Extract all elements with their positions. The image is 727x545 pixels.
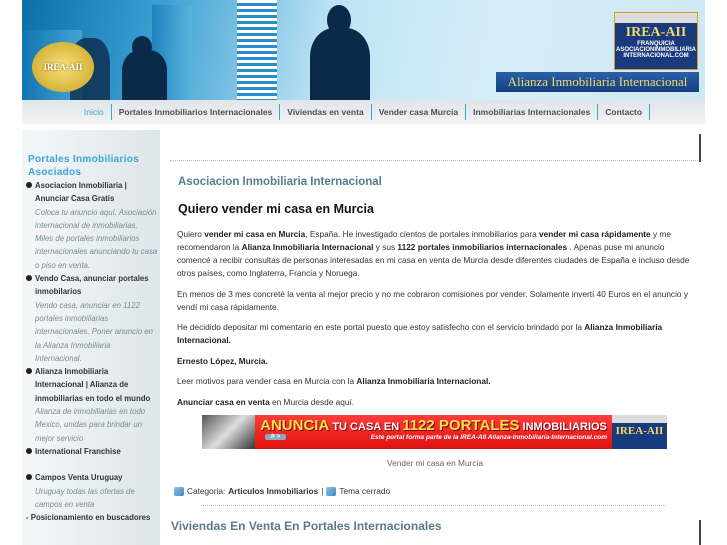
- comments-status: Tema cerrado: [339, 486, 391, 496]
- banner-tagline: Este portal forma parte de la IREA-AII A…: [370, 434, 607, 441]
- list-item: Asociacion Inmobiliaria | Anunciar Casa …: [26, 179, 158, 272]
- main-content: Asociacion Inmobiliaria Internacional Qu…: [165, 130, 705, 545]
- guarantee-badge-logo: IREA-AII: [32, 42, 94, 92]
- logo-title: IREA-AII: [625, 25, 687, 40]
- list-item: Campos Venta Uruguay Uruguay todas las of…: [26, 471, 158, 511]
- list-item: - Posicionamiento en buscadores: [26, 511, 158, 524]
- post-title[interactable]: Quiero vender mi casa en Murcia: [178, 202, 374, 216]
- post-body: Quiero vender mi casa en Murcia, España.…: [177, 228, 697, 416]
- paragraph: Anunciar casa en venta en Murcia desde a…: [177, 396, 355, 407]
- signature: Ernesto López, Murcia.: [177, 355, 268, 366]
- house-image: [202, 415, 255, 449]
- list-item: Alianza Inmobiliaria Internacional | Ali…: [26, 365, 158, 445]
- banner-logo: IREA-AII: [612, 415, 667, 449]
- next-section-title[interactable]: Viviendas En Venta En Portales Internaci…: [171, 519, 442, 533]
- banner-headline: ANUNCIA TU CASA EN 1122 PORTALES INMOBIL…: [260, 417, 607, 434]
- header-banner: IREA-AII IREA-AII FRANQUICIA ASOCIACIONINM…: [22, 0, 705, 100]
- sidebar-link[interactable]: Vendo Casa, anunciar portales inmobilari…: [35, 274, 149, 296]
- logo-domain: ASOCIACIONINMOBILIARIA INTERNACIONAL.COM: [616, 47, 696, 59]
- bullet-icon: [26, 368, 32, 375]
- divider: [201, 505, 666, 506]
- paragraph: En menos de 3 mes concreté la venta al m…: [177, 288, 688, 312]
- sidebar-link[interactable]: - Posicionamiento en buscadores: [26, 513, 150, 522]
- link-description: Coloca tu anuncio aquí. Asociación inter…: [35, 207, 158, 270]
- link-description: Vendo casa, anunciar en 1122 portales in…: [35, 300, 153, 363]
- sidebar-links: Asociacion Inmobiliaria | Anunciar Casa …: [26, 179, 158, 524]
- post-meta: Categoria: Articulos Inmobiliarios | Tem…: [174, 486, 390, 496]
- comments-icon: [326, 486, 337, 496]
- paragraph: Leer motivos para vender casa en Murcia …: [177, 376, 491, 386]
- bullet-icon: [26, 182, 32, 188]
- sidebar: Portales Inmobiliarios Asociados Asociac…: [22, 130, 160, 545]
- nav-contacto[interactable]: Contacto: [598, 104, 651, 120]
- sidebar-title: Portales Inmobiliarios Asociados: [28, 154, 140, 178]
- badge-text: IREA-AII: [43, 62, 83, 72]
- sidebar-link[interactable]: Asociacion Inmobiliaria | Anunciar Casa …: [35, 181, 127, 203]
- nav-inicio[interactable]: Inicio: [77, 104, 112, 120]
- list-item: Vendo Casa, anunciar portales inmobilari…: [26, 272, 158, 365]
- bullet-icon: [26, 474, 32, 481]
- sidebar-link[interactable]: Alianza Inmobiliaria Internacional | Ali…: [35, 367, 150, 403]
- building-graphic: [237, 0, 277, 100]
- advertise-banner[interactable]: ANUNCIA TU CASA EN 1122 PORTALES INMOBIL…: [202, 415, 667, 449]
- link-description: Uruguay todas las ofertas de campos en v…: [35, 486, 135, 509]
- anunciar-link[interactable]: Anunciar casa en venta: [177, 397, 270, 407]
- link-description: Alianza de inmobiliarias en todo Mexico,…: [35, 407, 146, 443]
- nav-vender-casa[interactable]: Vender casa Murcia: [372, 104, 467, 120]
- nav-portales[interactable]: Portales Inmobiliarios Internacionales: [112, 104, 281, 120]
- nav-inmobiliarias[interactable]: Inmobiliarias Internacionales: [466, 104, 599, 120]
- brand-title: Alianza Inmobiliaria Internacional: [496, 72, 699, 92]
- irea-logo[interactable]: IREA-AII FRANQUICIA ASOCIACIONINMOBILIARIA…: [614, 12, 698, 70]
- category-icon: [174, 486, 184, 496]
- person-head: [132, 36, 152, 58]
- section-title: Asociacion Inmobiliaria Internacional: [178, 176, 382, 188]
- bullet-icon: [26, 447, 32, 454]
- banner-caption: Vender mi casa en Murcia: [387, 458, 483, 468]
- banner-go-button[interactable]: Ir >: [265, 434, 287, 440]
- person-head: [327, 5, 351, 35]
- sidebar-link[interactable]: International Franchise: [35, 447, 121, 456]
- person-silhouette: [310, 28, 370, 100]
- main-nav: Inicio Portales Inmobiliarios Internacio…: [22, 100, 705, 124]
- sidebar-link[interactable]: Campos Venta Uruguay: [35, 473, 123, 482]
- paragraph: He decidido depositar mi comentario en e…: [177, 322, 663, 345]
- list-item: International Franchise: [26, 445, 158, 458]
- paragraph: Quiero vender mi casa en Murcia, España.…: [177, 229, 690, 278]
- bullet-icon: [26, 275, 32, 282]
- nav-viviendas[interactable]: Viviendas en venta: [280, 104, 372, 120]
- category-link[interactable]: Articulos Inmobiliarios: [228, 486, 318, 496]
